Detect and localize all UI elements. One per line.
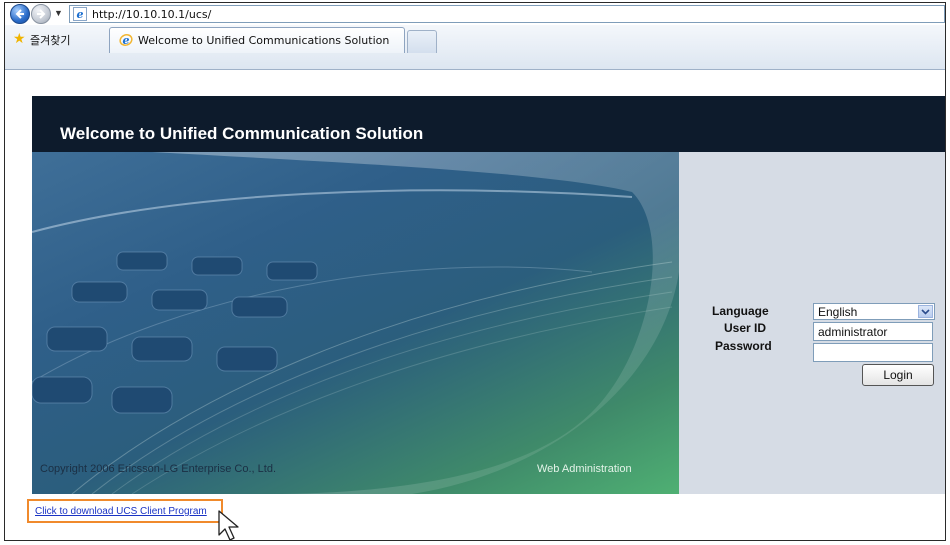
- login-button[interactable]: Login: [862, 364, 934, 386]
- forward-arrow-icon: [37, 9, 46, 19]
- svg-text:e: e: [123, 34, 130, 47]
- forward-button[interactable]: [31, 4, 51, 24]
- copyright-text: Copyright 2006 Ericsson-LG Enterprise Co…: [40, 463, 277, 475]
- address-field[interactable]: e http://10.10.10.1/ucs/: [69, 5, 945, 23]
- address-bar-row: ▼ e http://10.10.10.1/ucs/: [5, 3, 945, 25]
- web-admin-label: Web Administration: [537, 463, 632, 475]
- star-icon[interactable]: ★: [13, 31, 26, 45]
- back-button[interactable]: [10, 4, 30, 24]
- history-dropdown-icon[interactable]: ▼: [54, 8, 63, 18]
- browser-window: ▼ e http://10.10.10.1/ucs/ ★ 즐겨찾기 e Welc…: [4, 2, 946, 541]
- mouse-cursor-icon: [218, 510, 239, 540]
- download-client-link[interactable]: Click to download UCS Client Program: [35, 506, 207, 517]
- password-label: Password: [715, 339, 772, 353]
- url-text: http://10.10.10.1/ucs/: [92, 8, 212, 21]
- userid-input[interactable]: [813, 322, 933, 341]
- ie-icon: e: [119, 34, 133, 47]
- dropdown-arrow-icon[interactable]: [918, 305, 933, 318]
- hero-image: Copyright 2006 Ericsson-LG Enterprise Co…: [32, 152, 679, 494]
- userid-label: User ID: [724, 321, 767, 335]
- language-value: English: [818, 305, 858, 319]
- ie-icon: e: [73, 7, 87, 21]
- download-highlight: Click to download UCS Client Program: [27, 499, 223, 523]
- language-label: Language: [712, 304, 769, 318]
- back-arrow-icon: [15, 9, 24, 19]
- new-tab-button[interactable]: [407, 30, 437, 53]
- favorites-label[interactable]: 즐겨찾기: [30, 32, 70, 48]
- keypad-background-image: [32, 152, 679, 494]
- page-title: Welcome to Unified Communication Solutio…: [60, 124, 424, 143]
- tab-bar: ★ 즐겨찾기 e Welcome to Unified Communicatio…: [5, 25, 945, 70]
- tab-welcome[interactable]: e Welcome to Unified Communications Solu…: [109, 27, 405, 53]
- svg-text:e: e: [77, 8, 84, 21]
- header-bar: Welcome to Unified Communication Solutio…: [32, 96, 945, 152]
- language-select[interactable]: English: [813, 303, 935, 320]
- password-input[interactable]: [813, 343, 933, 362]
- login-panel: Welcome to Unified Communication Solutio…: [32, 96, 945, 494]
- page-content: Welcome to Unified Communication Solutio…: [5, 71, 945, 540]
- tab-title: Welcome to Unified Communications Soluti…: [138, 34, 390, 47]
- login-form: Language User ID Password English Login: [679, 152, 945, 494]
